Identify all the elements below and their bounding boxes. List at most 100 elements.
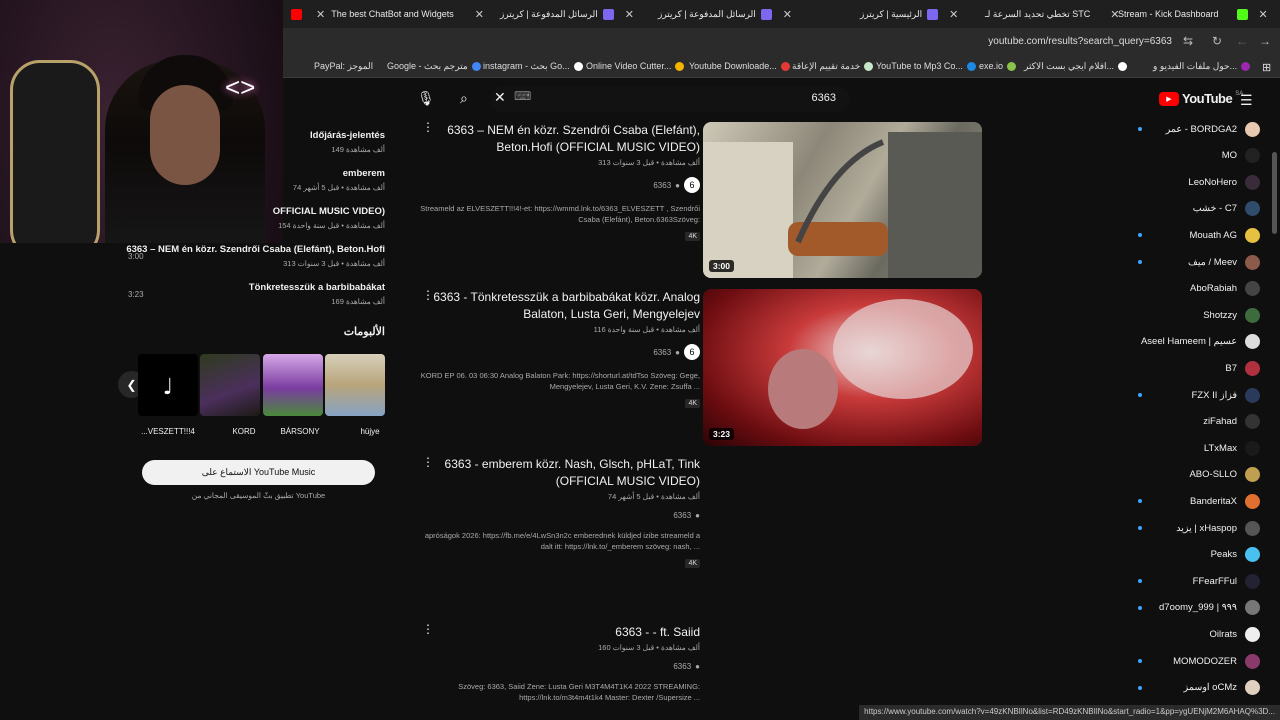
mix-item-title: OFFICIAL MUSIC VIDEO) bbox=[272, 206, 385, 217]
mix-item[interactable]: OFFICIAL MUSIC VIDEO) 154 ألف مشاهدة • ق… bbox=[273, 206, 385, 230]
clear-search-icon[interactable]: ✕ bbox=[494, 89, 506, 106]
bookmark-exe[interactable]: exe.io bbox=[979, 61, 1017, 71]
url-field[interactable]: youtube.com/results?search_query=6363 bbox=[988, 36, 1172, 47]
search-result[interactable]: 6363 - Tönkretesszük a barbibabákat közr… bbox=[415, 289, 700, 410]
streamer-face bbox=[150, 85, 220, 185]
subscription-item[interactable]: LeoNoHero bbox=[1120, 173, 1260, 191]
subscription-item[interactable]: خشب - C7 bbox=[1120, 200, 1260, 218]
youtube-music-button[interactable]: الاستماع على YouTube Music bbox=[142, 460, 375, 485]
result-title[interactable]: 6363 – NEM én közr. Szendrői Csaba (Elef… bbox=[415, 122, 700, 156]
album-label[interactable]: ...VESZETT!!!4 bbox=[138, 427, 198, 436]
close-icon[interactable]: ✕ bbox=[1259, 8, 1268, 21]
subscription-item[interactable]: ziFahad bbox=[1120, 413, 1260, 431]
tab-kick-dashboard[interactable]: Stream - Kick Dashboard ✕ bbox=[1118, 0, 1274, 28]
album-label[interactable]: BÁRSONY bbox=[270, 427, 330, 436]
album-cover[interactable] bbox=[263, 354, 323, 416]
gaming-chair bbox=[10, 60, 100, 260]
channel-name: 6363 bbox=[673, 511, 692, 520]
result-thumbnail[interactable]: 3:23 bbox=[703, 289, 982, 446]
subscription-item[interactable]: Peaks bbox=[1120, 546, 1260, 564]
bookmark-paypal[interactable]: PayPal: الموجز bbox=[314, 61, 373, 72]
bookmark-instagram[interactable]: instagram - بحث Go... bbox=[483, 61, 583, 72]
scrollbar[interactable] bbox=[1272, 152, 1277, 234]
result-title[interactable]: 6363 - - ft. Saiid bbox=[415, 624, 700, 641]
channel-avatar[interactable]: 6 bbox=[684, 344, 700, 360]
subscription-item[interactable]: LTxMax bbox=[1120, 439, 1260, 457]
close-icon[interactable]: ✕ bbox=[316, 8, 325, 21]
microphone-icon[interactable]: 🎙 bbox=[417, 90, 435, 107]
search-result[interactable]: 6363 – NEM én közr. Szendrői Csaba (Elef… bbox=[415, 122, 700, 243]
reload-icon[interactable]: ↻ bbox=[1212, 34, 1222, 48]
forward-icon[interactable]: → bbox=[1259, 34, 1271, 48]
keyboard-icon[interactable]: ⌨ bbox=[514, 89, 531, 103]
subscription-item[interactable]: d7oomy_999 | ٩٩٩ bbox=[1120, 599, 1260, 617]
result-channel[interactable]: 6363 ● 6 bbox=[415, 344, 700, 360]
subscription-item[interactable]: Aseel Hameem | عسيم bbox=[1120, 333, 1260, 351]
subscription-avatar bbox=[1245, 121, 1260, 137]
subscription-item[interactable]: Shotzzy bbox=[1120, 306, 1260, 324]
result-channel[interactable]: 6363 ● 6 bbox=[415, 177, 700, 193]
subscription-item[interactable]: MO bbox=[1120, 147, 1260, 165]
search-input[interactable]: ✕ ⌨ 6363 bbox=[490, 86, 850, 112]
close-icon[interactable]: ✕ bbox=[783, 8, 792, 21]
subscription-item[interactable]: Mouath AG bbox=[1120, 226, 1260, 244]
close-icon[interactable]: ✕ bbox=[475, 8, 484, 21]
subscription-item[interactable]: ABO-SLLO bbox=[1120, 466, 1260, 484]
result-title[interactable]: 6363 - Tönkretesszük a barbibabákat közr… bbox=[415, 289, 700, 323]
subscription-item[interactable]: AboRabiah bbox=[1120, 280, 1260, 298]
mix-item[interactable]: 6363 – NEM én közr. Szendrői Csaba (Elef… bbox=[126, 244, 385, 268]
subscription-name: خشب - C7 bbox=[1192, 203, 1237, 215]
subscription-item[interactable]: B7 bbox=[1120, 359, 1260, 377]
subscription-item[interactable]: Oilrats bbox=[1120, 625, 1260, 643]
bookmark-yt-downloader[interactable]: Youtube Downloade... bbox=[689, 61, 790, 71]
result-title[interactable]: 6363 - emberem közr. Nash, Glsch, pHLaT,… bbox=[415, 456, 700, 490]
apps-grid-icon[interactable]: ⊞ bbox=[1262, 61, 1271, 74]
bookmark-video-files[interactable]: حول ملفات الفيديو و... bbox=[1153, 61, 1251, 72]
tab-paid-messages-2[interactable]: الرسائل المدفوعة | كريترز ✕ bbox=[658, 0, 798, 28]
bookmark-translate[interactable]: Google - مترجم بحث bbox=[387, 61, 481, 72]
close-icon[interactable]: ✕ bbox=[949, 8, 958, 21]
subscription-item[interactable]: عمر - BORDGA2 bbox=[1120, 120, 1260, 138]
google-icon bbox=[573, 62, 583, 71]
search-result[interactable]: 6363 - - ft. Saiid 160 ألف مشاهدة • قبل … bbox=[415, 624, 700, 703]
bookmark-video-cutter[interactable]: Online Video Cutter... bbox=[586, 61, 685, 71]
bookmark-yt-mp3[interactable]: YouTube to Mp3 Co... bbox=[876, 61, 976, 71]
mix-item[interactable]: emberem 74 ألف مشاهدة • قبل 5 أشهر bbox=[293, 168, 385, 192]
channel-avatar[interactable]: 6 bbox=[684, 177, 700, 193]
subscription-item[interactable]: FFearFFul bbox=[1120, 572, 1260, 590]
subscription-item[interactable]: يزيد | xHaspop bbox=[1120, 519, 1260, 537]
bookmark-disability[interactable]: خدمة تقييم الإعاقة bbox=[792, 61, 874, 72]
subscription-name: يزيد | xHaspop bbox=[1176, 522, 1237, 534]
translate-icon[interactable]: ⇆ bbox=[1183, 34, 1193, 48]
tab-home[interactable]: الرئيسية | كريترز ✕ bbox=[860, 0, 964, 28]
search-icon[interactable]: ⌕ bbox=[460, 90, 468, 107]
mix-item[interactable]: Tönkretesszük a barbibabákat 169 ألف مشا… bbox=[249, 282, 385, 306]
tab-stc[interactable]: تخطي تحديد السرعة لـ STC ✕ bbox=[985, 0, 1126, 28]
subscription-item[interactable]: BanderitaX bbox=[1120, 492, 1260, 510]
tab-youtube-icon[interactable] bbox=[286, 0, 307, 28]
bookmark-movies[interactable]: افلام ايجي بست الاكثر... bbox=[1024, 61, 1128, 72]
album-cover[interactable] bbox=[325, 354, 385, 416]
result-thumbnail[interactable]: 3:00 bbox=[703, 122, 982, 278]
subscription-item[interactable]: MOMODOZER bbox=[1120, 652, 1260, 670]
tab-paid-messages-1[interactable]: الرسائل المدفوعة | كريترز ✕ bbox=[500, 0, 640, 28]
subscription-item[interactable]: اوسمز oCMz bbox=[1120, 679, 1260, 697]
subscription-item[interactable]: FZX II فزاز bbox=[1120, 386, 1260, 404]
subscription-item[interactable]: ميف / Meev bbox=[1120, 253, 1260, 271]
result-channel[interactable]: 6363 ● bbox=[415, 511, 700, 520]
back-icon[interactable]: ← bbox=[1236, 34, 1248, 48]
album-label[interactable]: hüjye bbox=[340, 427, 400, 436]
album-cover[interactable] bbox=[200, 354, 260, 416]
search-result[interactable]: 6363 - emberem közr. Nash, Glsch, pHLaT,… bbox=[415, 456, 700, 570]
album-label[interactable]: KORD bbox=[214, 427, 274, 436]
bookmark-label: YouTube to Mp3 Co... bbox=[876, 61, 963, 71]
youtube-logo[interactable]: ▶ YouTube SA bbox=[1159, 91, 1243, 106]
live-indicator-icon bbox=[1138, 499, 1142, 504]
mix-item[interactable]: Időjárás-jelentés 149 ألف مشاهدة bbox=[310, 130, 385, 154]
tab-title: Stream - Kick Dashboard bbox=[1118, 9, 1219, 19]
album-cover[interactable]: ♩ bbox=[138, 354, 198, 416]
result-channel[interactable]: 6363 ● bbox=[415, 662, 700, 671]
close-icon[interactable]: ✕ bbox=[625, 8, 634, 21]
tab-chatbot[interactable]: ✕ The best ChatBot and Widgets ✕ bbox=[310, 0, 484, 28]
hamburger-menu-icon[interactable]: ☰ bbox=[1240, 92, 1253, 109]
